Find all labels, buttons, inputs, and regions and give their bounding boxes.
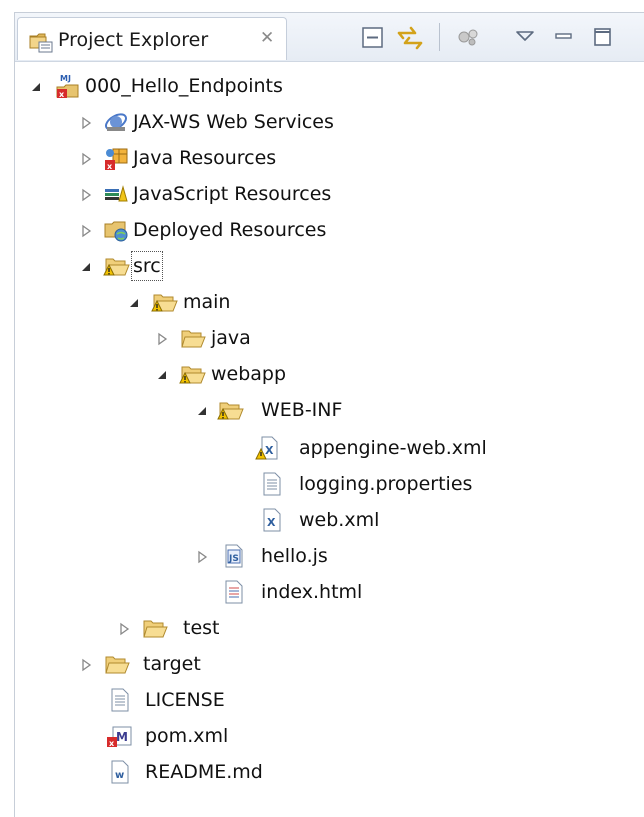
- tree-item-hello-js[interactable]: JS hello.js: [15, 539, 635, 573]
- tree-item-label: Java Resources: [133, 147, 277, 169]
- tree-item-logging-properties[interactable]: logging.properties: [15, 467, 635, 501]
- tree-item-label: test: [183, 617, 220, 639]
- collapsed-arrow-icon[interactable]: [79, 223, 93, 238]
- tree-item-jax-ws[interactable]: JAX-WS Web Services: [15, 105, 635, 139]
- svg-text:X: X: [267, 516, 276, 529]
- tree-item-label: Deployed Resources: [133, 219, 327, 241]
- xml-file-icon: X: [259, 507, 285, 533]
- view-menu-icon[interactable]: [513, 23, 537, 55]
- tree-item-label: WEB-INF: [261, 399, 343, 421]
- tree-item-label: pom.xml: [145, 725, 229, 747]
- filters-icon[interactable]: [455, 23, 483, 55]
- collapsed-arrow-icon[interactable]: [195, 549, 209, 564]
- text-file-icon: [259, 471, 285, 497]
- tree-item-web-xml[interactable]: X web.xml: [15, 503, 635, 537]
- collapsed-arrow-icon[interactable]: [155, 331, 169, 346]
- expanded-arrow-icon[interactable]: [155, 367, 169, 381]
- minimize-icon[interactable]: [553, 23, 575, 55]
- tree-item-main[interactable]: main: [15, 285, 635, 319]
- tree-item-license[interactable]: LICENSE: [15, 683, 635, 717]
- expanded-arrow-icon[interactable]: [195, 403, 209, 417]
- folder-icon: [179, 325, 206, 351]
- toolbar-separator: [439, 23, 440, 51]
- project-explorer-view: Project Explorer ✕ MJ x 000_Hello_Endpoi…: [14, 12, 644, 817]
- tree-item-project[interactable]: MJ x 000_Hello_Endpoints: [15, 69, 635, 103]
- collapsed-arrow-icon[interactable]: [79, 657, 93, 672]
- tree-item-java-resources[interactable]: x Java Resources: [15, 141, 635, 175]
- svg-text:w: w: [115, 770, 124, 781]
- tree-item-pom-xml[interactable]: M x pom.xml: [15, 719, 635, 753]
- tree-item-javascript-resources[interactable]: JavaScript Resources: [15, 177, 635, 211]
- web-services-icon: [103, 109, 129, 135]
- tree-item-label: src: [131, 251, 163, 281]
- tree-item-label: index.html: [261, 581, 363, 603]
- folder-icon: [103, 651, 130, 677]
- maximize-icon[interactable]: [591, 23, 615, 55]
- svg-text:MJ: MJ: [60, 74, 71, 83]
- tree-item-label: logging.properties: [299, 473, 473, 495]
- text-file-icon: [107, 687, 133, 713]
- svg-text:JS: JS: [228, 554, 239, 564]
- expanded-arrow-icon[interactable]: [79, 259, 93, 273]
- collapsed-arrow-icon[interactable]: [79, 187, 93, 202]
- tree-item-label: target: [143, 653, 201, 675]
- project-explorer-icon: [28, 28, 54, 58]
- view-tab-bar: Project Explorer ✕: [15, 13, 644, 62]
- js-file-icon: JS: [221, 543, 247, 569]
- tree-item-label: main: [183, 291, 231, 313]
- tree-item-src[interactable]: src: [15, 249, 635, 283]
- tree-item-label: java: [211, 327, 251, 349]
- close-icon[interactable]: ✕: [260, 28, 274, 48]
- tree-item-test[interactable]: test: [15, 611, 635, 645]
- tree-item-readme-md[interactable]: w README.md: [15, 755, 635, 789]
- folder-warning-icon: [103, 253, 130, 279]
- expanded-arrow-icon[interactable]: [29, 79, 43, 93]
- collapsed-arrow-icon[interactable]: [79, 151, 93, 166]
- tree-item-target[interactable]: target: [15, 647, 635, 681]
- tree-item-label: JavaScript Resources: [133, 183, 332, 205]
- tree-item-label: web.xml: [299, 509, 380, 531]
- tree-item-label: JAX-WS Web Services: [133, 111, 334, 133]
- maven-pom-icon: M x: [105, 723, 132, 749]
- tree-item-deployed-resources[interactable]: Deployed Resources: [15, 213, 635, 247]
- svg-text:M: M: [116, 730, 128, 744]
- folder-warning-icon: [179, 361, 206, 387]
- expanded-arrow-icon[interactable]: [127, 295, 141, 309]
- maven-project-icon: MJ x: [55, 73, 81, 99]
- link-with-editor-icon[interactable]: [395, 23, 425, 57]
- tree-item-label: README.md: [145, 761, 263, 783]
- tree-item-webapp[interactable]: webapp: [15, 357, 635, 391]
- tree-item-java[interactable]: java: [15, 321, 635, 355]
- tree-item-index-html[interactable]: index.html: [15, 575, 635, 609]
- collapsed-arrow-icon[interactable]: [117, 621, 131, 636]
- svg-text:x: x: [109, 739, 115, 748]
- svg-text:x: x: [107, 162, 113, 171]
- html-file-icon: [221, 579, 247, 605]
- tree-item-appengine-web-xml[interactable]: X appengine-web.xml: [15, 431, 635, 465]
- collapsed-arrow-icon[interactable]: [79, 115, 93, 130]
- xml-file-warning-icon: X: [255, 435, 281, 461]
- tree-item-label: 000_Hello_Endpoints: [85, 75, 283, 97]
- tree-item-label: LICENSE: [145, 689, 225, 711]
- tree-item-label: hello.js: [261, 545, 328, 567]
- wiki-file-icon: w: [107, 759, 133, 785]
- tree-item-label: appengine-web.xml: [299, 437, 487, 459]
- java-resources-icon: x: [103, 145, 129, 171]
- svg-text:X: X: [265, 444, 274, 457]
- folder-warning-icon: [151, 289, 178, 315]
- tree-item-label: webapp: [211, 363, 287, 385]
- folder-icon: [141, 615, 168, 641]
- deployed-resources-icon: [103, 217, 129, 243]
- svg-text:x: x: [59, 90, 65, 99]
- collapse-all-icon[interactable]: [359, 23, 387, 55]
- view-title: Project Explorer: [58, 29, 209, 51]
- tree-item-web-inf[interactable]: WEB-INF: [15, 393, 635, 427]
- folder-warning-icon: [217, 397, 244, 423]
- tab-project-explorer[interactable]: Project Explorer ✕: [17, 17, 287, 60]
- javascript-resources-icon: [103, 181, 129, 207]
